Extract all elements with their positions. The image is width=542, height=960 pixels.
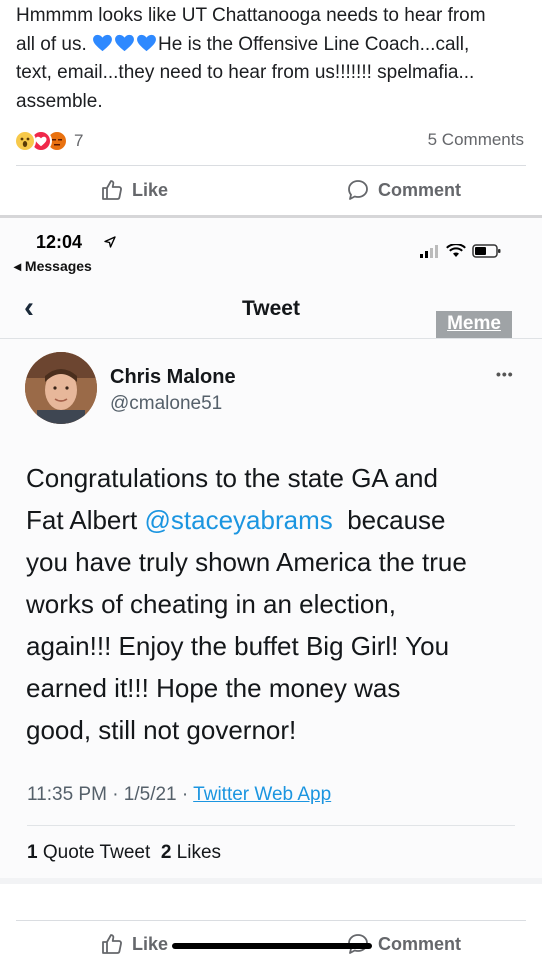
blue-heart-icon [137, 34, 156, 51]
like-label: Like [132, 179, 169, 200]
tweet-engagement: 1 Quote Tweet 2 Likes [27, 842, 221, 864]
status-icons [420, 244, 502, 258]
comment-button[interactable]: Comment [346, 178, 461, 202]
post-text-line: all of us. He is the Offensive Line Coac… [16, 33, 470, 55]
like-button[interactable]: Like [100, 932, 168, 956]
profile-photo [25, 352, 97, 424]
screenshot-bottom-edge [0, 878, 542, 884]
meme-watermark: Meme [436, 311, 512, 338]
tweet-text-line: Congratulations to the state GA and [26, 463, 438, 493]
more-options-icon[interactable]: ••• [496, 366, 514, 382]
location-arrow-icon [104, 236, 116, 248]
wifi-icon [446, 244, 466, 257]
post-text: Hmmmm looks like UT Chattanooga needs to… [16, 2, 536, 116]
blue-heart-icon [115, 34, 134, 51]
divider [16, 165, 526, 166]
divider [27, 825, 515, 826]
tweet-author-handle[interactable]: @cmalone51 [110, 393, 222, 415]
tweet-text-line: good, still not governor! [26, 715, 297, 745]
cellular-signal-icon [420, 245, 438, 258]
post-text-line: assemble. [16, 90, 103, 112]
divider [0, 338, 542, 339]
comment-label: Comment [378, 179, 462, 200]
tweet-source-link[interactable]: Twitter Web App [193, 784, 331, 805]
quote-tweets-link[interactable]: 1 Quote Tweet [27, 842, 150, 863]
tweet-author-name[interactable]: Chris Malone [110, 366, 236, 389]
likes-link[interactable]: 2 Likes [161, 842, 221, 863]
comment-bubble-icon [348, 180, 368, 200]
wow-reaction-icon [14, 130, 36, 152]
divider [16, 920, 526, 921]
reactions-summary[interactable]: 7 [14, 130, 83, 152]
post-text-line: text, email...they need to hear from us!… [16, 62, 475, 83]
post-actions-top: Like Comment [0, 174, 542, 214]
tweet-text: Congratulations to the state GA and Fat … [26, 457, 526, 751]
tweet-metadata: 11:35 PM · 1/5/21 · Twitter Web App [27, 784, 331, 806]
reaction-count: 7 [74, 131, 84, 150]
comment-label: Comment [378, 933, 462, 954]
thumbs-up-icon [102, 934, 122, 954]
blue-heart-icon [93, 34, 112, 51]
tweet-text-line: you have truly shown America the true [26, 547, 467, 577]
like-label: Like [132, 933, 169, 954]
scribble-line [172, 943, 372, 949]
comments-count-link[interactable]: 5 Comments [428, 130, 524, 150]
battery-icon [472, 244, 501, 258]
avatar[interactable] [25, 352, 97, 424]
tweet-text-line: works of cheating in an election, [26, 589, 396, 619]
tweet-text-line: earned it!!! Hope the money was [26, 673, 401, 703]
thumbs-up-icon [102, 180, 122, 200]
back-to-messages-link[interactable]: ◂ Messages [14, 258, 92, 275]
tweet-text-line: Fat Albert @staceyabrams because [26, 505, 446, 535]
post-text-line: Hmmmm looks like UT Chattanooga needs to… [16, 5, 486, 26]
tweet-text-line: again!!! Enjoy the buffet Big Girl! You [26, 631, 450, 661]
tweet-timestamp: 11:35 PM · 1/5/21 · [27, 784, 189, 805]
status-time: 12:04 [36, 232, 83, 252]
like-button[interactable]: Like [100, 178, 168, 202]
mention-link[interactable]: @staceyabrams [145, 505, 333, 535]
